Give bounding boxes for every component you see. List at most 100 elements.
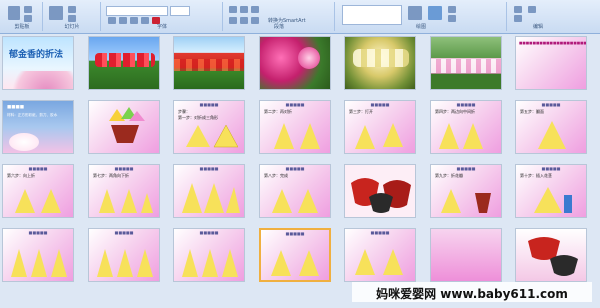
group-label: 幻灯片 xyxy=(64,24,80,30)
font-size-field[interactable] xyxy=(170,6,190,16)
slide-step: 第九步：折花瓣 xyxy=(435,173,463,178)
group-label: 字体 xyxy=(156,24,167,30)
slide-header: ■■■■■ xyxy=(285,231,305,236)
select-icon[interactable] xyxy=(528,6,536,13)
slide-header: ■■■■■ xyxy=(199,230,219,235)
slide-12[interactable]: ■■■■■ 第三步：打开 xyxy=(344,100,416,154)
layout-icon[interactable] xyxy=(68,6,76,13)
slide-6[interactable] xyxy=(430,36,502,90)
slide-24[interactable]: ■■■■■ xyxy=(173,228,245,282)
new-slide-icon[interactable] xyxy=(49,6,63,20)
watermark-text: 妈咪爱婴网 www.baby611.com xyxy=(376,287,568,301)
arrange-icon[interactable] xyxy=(408,6,422,20)
shape-outline-icon[interactable] xyxy=(448,15,456,22)
slide-8[interactable]: ■■■■ 材料：正方形彩纸、剪刀、胶水 xyxy=(2,100,74,154)
slide-22[interactable]: ■■■■■ xyxy=(2,228,74,282)
slide-26[interactable]: ■■■■■ xyxy=(344,228,416,282)
fold-diagram xyxy=(271,250,319,276)
slide-header: ■■■■■ xyxy=(285,166,305,171)
slide-header: ■■■■■ xyxy=(114,230,134,235)
font-name-field[interactable] xyxy=(106,6,168,16)
fold-diagram xyxy=(97,249,153,277)
slide-header: ■■■■■ xyxy=(370,230,390,235)
watermark: 妈咪爱婴网 www.baby611.com xyxy=(352,282,592,302)
cut-icon[interactable] xyxy=(24,6,32,13)
slide-25-selected[interactable]: ■■■■■ xyxy=(259,228,331,282)
slide-18[interactable]: ■■■■■ 第八步：完成 xyxy=(259,164,331,218)
replace-icon[interactable] xyxy=(514,15,522,22)
slide-15[interactable]: ■■■■■ 第六步：向上折 xyxy=(2,164,74,218)
drawing-group: 绘图 xyxy=(336,2,507,31)
slide-3[interactable] xyxy=(173,36,245,90)
slide-11[interactable]: ■■■■■ 第二步：再对折 xyxy=(259,100,331,154)
reset-icon[interactable] xyxy=(68,15,76,22)
slide-2[interactable] xyxy=(88,36,160,90)
slide-header: ■■■■■ xyxy=(28,166,48,171)
numbering-icon[interactable] xyxy=(240,6,248,13)
slide-header: ■■■■■ xyxy=(285,102,305,107)
slide-7[interactable]: ■■■■■■■■■■■■■■■■■■■■■■■■■■■■■■■■■■■■■■■■… xyxy=(515,36,587,90)
fold-diagram xyxy=(186,124,238,148)
slide-4[interactable] xyxy=(259,36,331,90)
slide-header: ■■■■■ xyxy=(541,166,561,171)
slide-13[interactable]: ■■■■■ 第四步：两边向中间折 xyxy=(430,100,502,154)
quick-styles-icon[interactable] xyxy=(428,6,442,20)
slide-20[interactable]: ■■■■■ 第九步：折花瓣 xyxy=(430,164,502,218)
slide-28[interactable] xyxy=(515,228,587,282)
shape-fill-icon[interactable] xyxy=(448,6,456,13)
slide-step: 第三步：打开 xyxy=(349,109,373,114)
slide-17[interactable]: ■■■■■ xyxy=(173,164,245,218)
slide-header: ■■■■■ xyxy=(541,102,561,107)
slide-step: 步骤： xyxy=(178,109,190,114)
origami-tulip-graphic xyxy=(103,107,147,147)
paste-icon[interactable] xyxy=(8,6,20,20)
indent-icon[interactable] xyxy=(251,6,259,13)
editing-group: 编辑 xyxy=(508,2,568,31)
slide-step: 第十步：插入花茎 xyxy=(520,173,552,178)
slide-step: 第六步：向上折 xyxy=(7,173,35,178)
bullets-icon[interactable] xyxy=(229,6,237,13)
slide-header: ■■■■■ xyxy=(199,102,219,107)
slide-16[interactable]: ■■■■■ 第七步：两角向下折 xyxy=(88,164,160,218)
clipboard-group: 剪贴板 xyxy=(2,2,43,31)
slide-27[interactable] xyxy=(430,228,502,282)
fold-diagram xyxy=(99,189,153,213)
slide-23[interactable]: ■■■■■ xyxy=(88,228,160,282)
slide-10[interactable]: ■■■■■ 步骤： 第一步：对折成三角形 xyxy=(173,100,245,154)
fold-diagram xyxy=(441,189,491,213)
shapes-gallery[interactable] xyxy=(342,5,402,25)
slide-caption: 材料：正方形彩纸、剪刀、胶水 xyxy=(7,113,58,117)
fold-diagram xyxy=(538,121,566,149)
fold-diagram xyxy=(355,249,403,275)
tulip-photo xyxy=(174,59,244,71)
slide-19[interactable] xyxy=(344,164,416,218)
slide-header: ■■■■■ xyxy=(28,230,48,235)
fold-diagram xyxy=(11,249,67,277)
slide-header: ■■■■■ xyxy=(199,166,219,171)
slide-heading: ■■■■ xyxy=(7,105,25,110)
group-label: 剪贴板 xyxy=(14,24,30,30)
group-label: 编辑 xyxy=(532,24,543,30)
slide-step: 第七步：两角向下折 xyxy=(93,173,129,178)
slide-21[interactable]: ■■■■■ 第十步：插入花茎 xyxy=(515,164,587,218)
paper-bowls-photo xyxy=(351,178,411,213)
tulip-photo xyxy=(353,49,409,67)
find-icon[interactable] xyxy=(514,6,522,13)
fold-diagram xyxy=(182,249,238,277)
slide-step: 第八步：完成 xyxy=(264,173,288,178)
slide-1[interactable]: 郁金香的折法 xyxy=(2,36,74,90)
slide-9[interactable] xyxy=(88,100,160,154)
slides-group: 幻灯片 xyxy=(44,2,101,31)
font-group: 字体 xyxy=(102,2,223,31)
ribbon: 剪贴板 幻灯片 字体 转换为SmartArt 段落 绘图 编辑 xyxy=(0,0,600,34)
slide-step: 第五步：翻面 xyxy=(520,109,544,114)
fold-diagram xyxy=(15,189,61,213)
slide-header: ■■■■■ xyxy=(370,102,390,107)
copy-icon[interactable] xyxy=(24,15,32,22)
slide-header: ■■■■■ xyxy=(456,166,476,171)
slide-14[interactable]: ■■■■■ 第五步：翻面 xyxy=(515,100,587,154)
slide-title: 郁金香的折法 xyxy=(9,50,64,60)
slide-5[interactable] xyxy=(344,36,416,90)
fold-diagram xyxy=(439,123,483,149)
fold-diagram xyxy=(182,183,240,213)
